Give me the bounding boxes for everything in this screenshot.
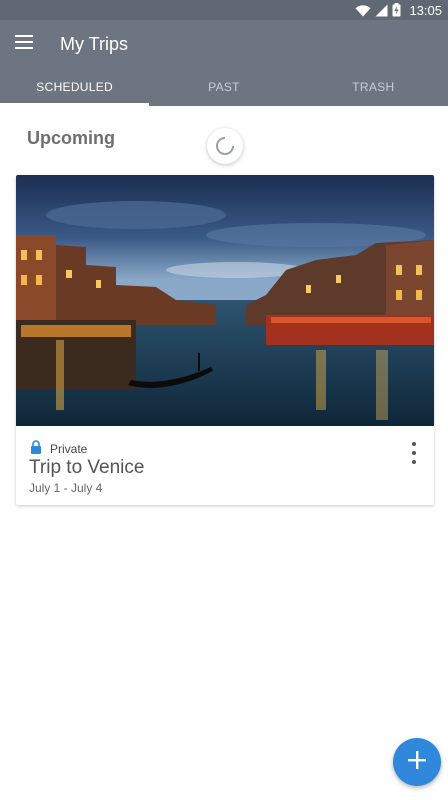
- more-options-button[interactable]: [406, 442, 422, 464]
- add-trip-button[interactable]: [393, 738, 441, 786]
- app-bar: My Trips: [0, 20, 448, 68]
- privacy-indicator: Private: [30, 440, 87, 457]
- trip-dates: July 1 - July 4: [29, 481, 103, 495]
- tab-trash[interactable]: TRASH: [299, 68, 448, 106]
- trip-card[interactable]: Private Trip to Venice July 1 - July 4: [16, 175, 434, 505]
- privacy-label: Private: [50, 441, 88, 456]
- tab-bar: SCHEDULED PAST TRASH: [0, 68, 448, 106]
- hamburger-menu-icon: [15, 34, 33, 54]
- lock-icon: [30, 440, 42, 457]
- loading-spinner: [207, 128, 243, 164]
- more-vert-icon-dot: [412, 451, 416, 455]
- tab-scheduled[interactable]: SCHEDULED: [0, 68, 150, 106]
- tab-past[interactable]: PAST: [149, 68, 298, 106]
- trip-card-body: Private Trip to Venice July 1 - July 4: [16, 426, 434, 505]
- more-vert-icon-dot: [412, 442, 416, 446]
- more-vert-icon-dot: [412, 460, 416, 464]
- signal-icon: [375, 4, 388, 17]
- section-title: Upcoming: [27, 128, 115, 148]
- battery-charging-icon: [392, 3, 401, 17]
- plus-icon: [408, 750, 426, 774]
- wifi-icon: [355, 4, 371, 17]
- status-bar: 13:05: [0, 0, 448, 20]
- trip-title: Trip to Venice: [29, 457, 145, 478]
- menu-button[interactable]: [0, 20, 48, 68]
- trip-cover-image: [16, 175, 434, 426]
- app-title: My Trips: [60, 33, 129, 54]
- status-time: 13:05: [409, 2, 442, 18]
